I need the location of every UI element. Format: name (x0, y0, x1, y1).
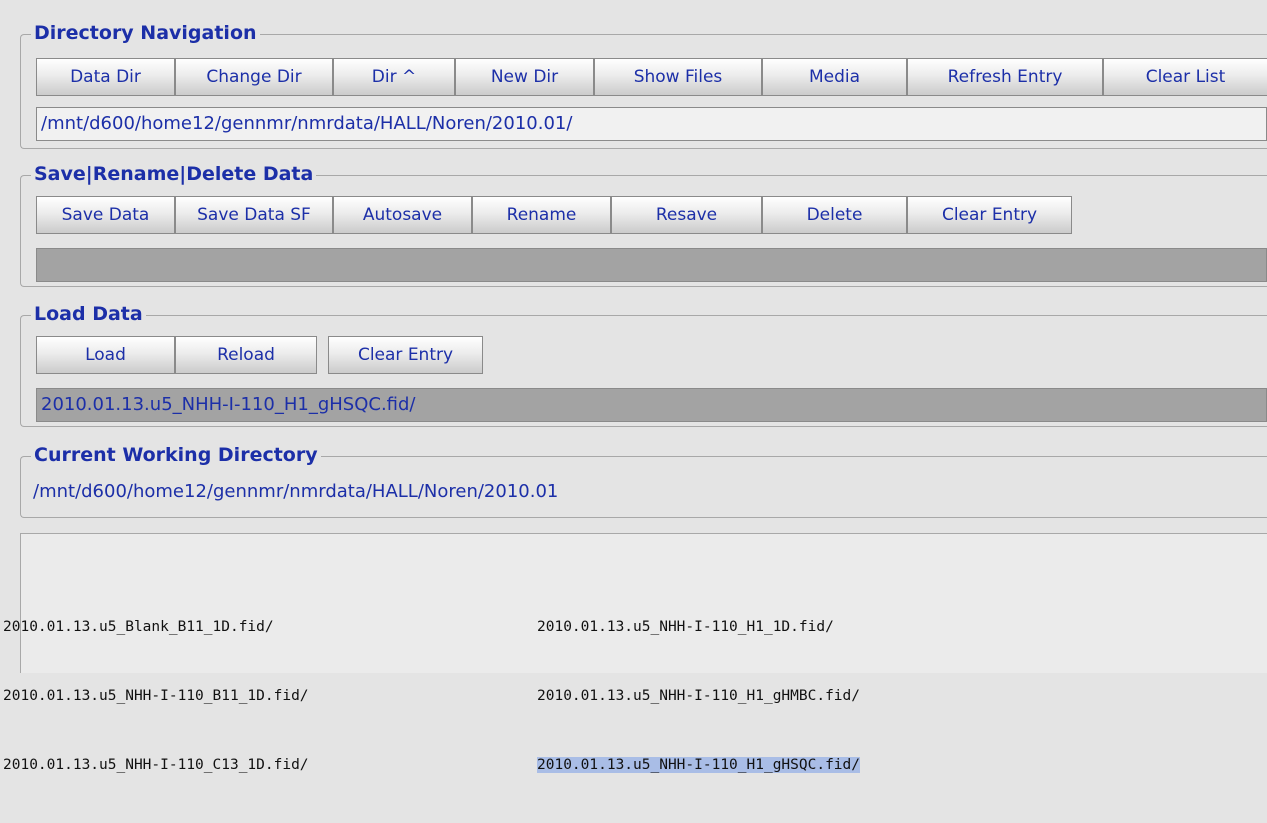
file-list-item[interactable]: 2010.01.13.u5_NHH-I-110_B11_1D.fid/ (3, 685, 309, 708)
reload-button[interactable]: Reload (175, 336, 317, 374)
resave-button[interactable]: Resave (611, 196, 762, 234)
clear-list-button[interactable]: Clear List (1103, 58, 1267, 96)
load-entry-input[interactable]: 2010.01.13.u5_NHH-I-110_H1_gHSQC.fid/ (36, 388, 1267, 422)
load-data-title: Load Data (31, 303, 146, 325)
rename-button[interactable]: Rename (472, 196, 611, 234)
load-button[interactable]: Load (36, 336, 175, 374)
refresh-entry-button[interactable]: Refresh Entry (907, 58, 1103, 96)
file-list-item[interactable]: 2010.01.13.u5_Blank_B11_1D.fid/ (3, 616, 309, 639)
directory-navigation-group: Directory Navigation Data Dir Change Dir… (20, 22, 1267, 149)
directory-path-input[interactable]: /mnt/d600/home12/gennmr/nmrdata/HALL/Nor… (36, 107, 1267, 141)
current-working-directory-path: /mnt/d600/home12/gennmr/nmrdata/HALL/Nor… (33, 481, 559, 502)
autosave-button[interactable]: Autosave (333, 196, 472, 234)
current-working-directory-title: Current Working Directory (31, 444, 321, 466)
change-dir-button[interactable]: Change Dir (175, 58, 333, 96)
file-list-item[interactable]: 2010.01.13.u5_NHH-I-110_H1_gHMBC.fid/ (537, 685, 860, 708)
load-clear-entry-button[interactable]: Clear Entry (328, 336, 483, 374)
save-entry-input[interactable] (36, 248, 1267, 282)
file-list: 2010.01.13.u5_Blank_B11_1D.fid/ 2010.01.… (3, 533, 1267, 773)
file-list-column-2: 2010.01.13.u5_NHH-I-110_H1_1D.fid/ 2010.… (537, 570, 861, 823)
save-rename-delete-group: Save|Rename|Delete Data Save Data Save D… (20, 163, 1267, 287)
delete-button[interactable]: Delete (762, 196, 907, 234)
load-data-group: Load Data Load Reload Clear Entry 2010.0… (20, 303, 1267, 427)
save-data-button[interactable]: Save Data (36, 196, 175, 234)
media-button[interactable]: Media (762, 58, 907, 96)
show-files-button[interactable]: Show Files (594, 58, 762, 96)
clear-entry-button[interactable]: Clear Entry (907, 196, 1072, 234)
dir-up-button[interactable]: Dir ^ (333, 58, 455, 96)
file-list-item[interactable]: 2010.01.13.u5_NHH-I-110_H1_1D.fid/ (537, 616, 860, 639)
new-dir-button[interactable]: New Dir (455, 58, 594, 96)
save-data-sf-button[interactable]: Save Data SF (175, 196, 333, 234)
data-dir-button[interactable]: Data Dir (36, 58, 175, 96)
save-rename-delete-title: Save|Rename|Delete Data (31, 163, 317, 185)
file-list-item[interactable]: 2010.01.13.u5_NHH-I-110_C13_1D.fid/ (3, 754, 309, 777)
file-list-item-selected[interactable]: 2010.01.13.u5_NHH-I-110_H1_gHSQC.fid/ (537, 754, 861, 777)
file-list-column-1: 2010.01.13.u5_Blank_B11_1D.fid/ 2010.01.… (3, 570, 309, 823)
directory-navigation-title: Directory Navigation (31, 22, 260, 44)
